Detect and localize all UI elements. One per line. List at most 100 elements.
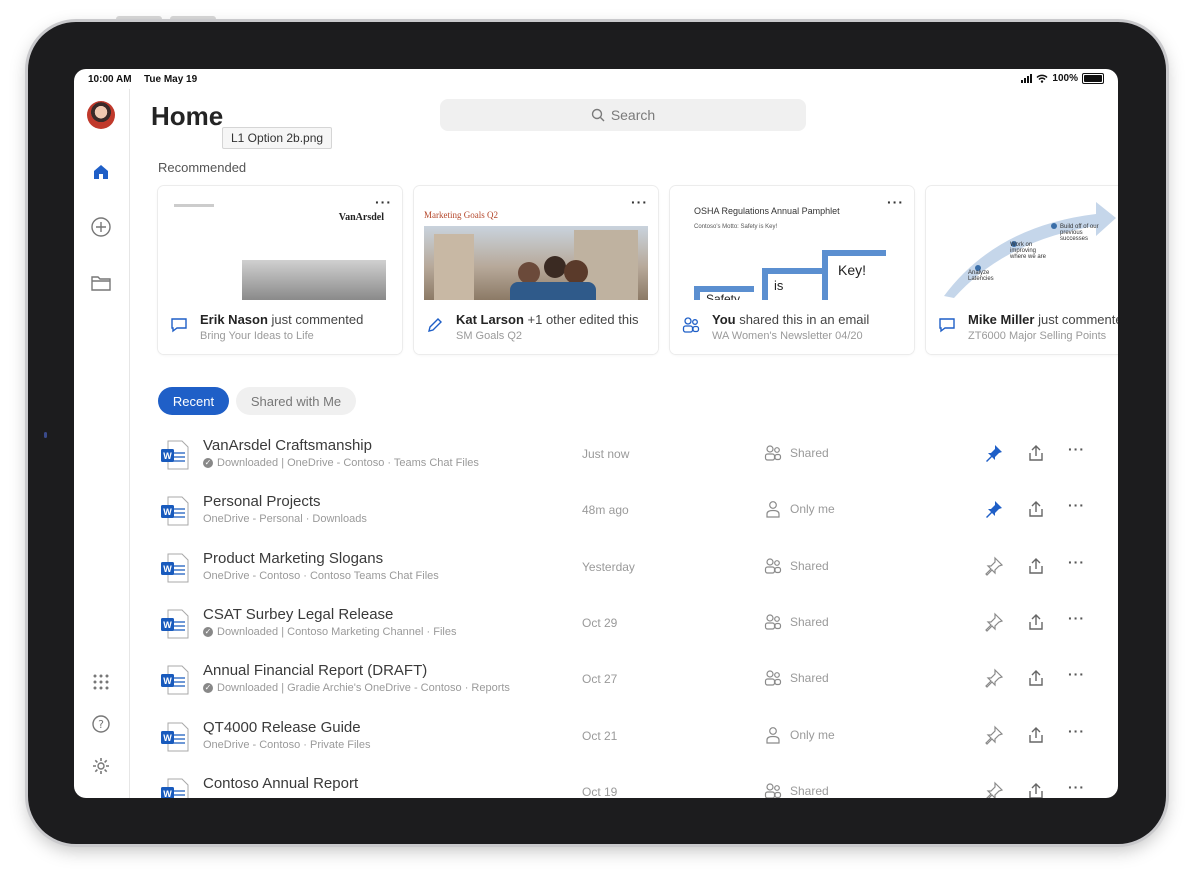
file-sharing-text: Shared [790,783,829,798]
ipad-side-button [44,432,47,438]
file-location-text: OneDrive - Contoso · Private Files [203,738,371,751]
file-more-button[interactable]: ··· [1068,666,1085,682]
file-sharing-text: Shared [790,446,829,460]
file-name: QT4000 Release Guide [203,718,361,736]
recommended-heading: Recommended [158,160,247,175]
thumb-title: OSHA Regulations Annual Pamphlet [694,206,840,216]
tab-recent[interactable]: Recent [158,387,229,415]
thumb-label-b: Work on improving where we are [1010,242,1047,260]
file-location-text: Downloaded | Contoso Marketing Channel ·… [217,625,457,638]
word-file-icon: W [160,721,190,753]
status-date: Tue May 19 [144,74,198,85]
card-activity: Erik Nason just commented [200,312,364,327]
card-thumbnail: VanArsdel [158,186,402,300]
word-file-icon: W [160,439,190,471]
file-more-button[interactable]: ··· [1068,723,1085,739]
filename-tooltip: L1 Option 2b.png [222,127,333,149]
apps-grid-icon[interactable] [86,667,116,697]
people-icon [764,557,782,574]
pin-icon[interactable] [984,612,1004,632]
share-upload-icon[interactable] [1026,499,1046,519]
share-upload-icon[interactable] [1026,781,1046,798]
status-time: 10:00 AM [88,74,132,85]
pin-icon[interactable] [984,499,1004,519]
search-input[interactable]: Search [440,99,806,131]
file-location: OneDrive - Contoso · Contoso Teams Chat … [203,570,439,582]
settings-gear-icon[interactable] [86,751,116,781]
card-file: Bring Your Ideas to Life [200,330,314,342]
pin-icon[interactable] [984,725,1004,745]
card-activity: Mike Miller just commented [968,312,1118,327]
file-sharing: Shared [764,557,829,575]
downloaded-check-icon: ✓ [203,626,213,637]
card-more-button[interactable]: ··· [631,194,648,210]
file-name: Product Marketing Slogans [203,549,384,567]
card-file: WA Women's Newsletter 04/20 [712,330,863,342]
share-upload-icon[interactable] [1026,556,1046,576]
share-upload-icon[interactable] [1026,443,1046,463]
help-icon[interactable]: ? [86,709,116,739]
tab-shared-with-me[interactable]: Shared with Me [236,387,356,415]
file-row[interactable]: W Contoso Annual Report Oct 19 Shared ··· [158,769,1098,798]
card-more-button[interactable]: ··· [887,194,904,210]
file-sharing: Shared [764,669,829,687]
file-modified: Oct 29 [582,615,618,630]
comment-icon [171,318,187,333]
file-more-button[interactable]: ··· [1068,610,1085,626]
people-icon [764,783,782,798]
recommended-card[interactable]: Analyze Latencies Work on improving wher… [926,186,1118,354]
pin-icon[interactable] [984,781,1004,798]
file-more-button[interactable]: ··· [1068,441,1085,457]
svg-text:W: W [163,733,172,743]
card-thumbnail: Analyze Latencies Work on improving wher… [926,186,1118,300]
people-icon [764,614,782,630]
create-icon[interactable] [86,212,116,242]
file-location-text: Downloaded | Gradie Archie's OneDrive - … [217,682,510,695]
file-more-button[interactable]: ··· [1068,497,1085,513]
share-upload-icon[interactable] [1026,668,1046,688]
search-placeholder: Search [610,107,656,123]
file-row[interactable]: W Product Marketing Slogans OneDrive - Con… [158,544,1098,600]
comment-icon [939,318,955,333]
home-icon[interactable] [86,157,116,187]
file-location: ✓ Downloaded | Contoso Marketing Channel … [203,626,456,638]
recommended-card[interactable]: OSHA Regulations Annual Pamphlet Contoso… [670,186,914,354]
recommended-card[interactable]: Marketing Goals Q2 ··· Kat Larson +1 oth… [414,186,658,354]
avatar[interactable] [87,101,115,129]
file-sharing-text: Shared [790,671,829,686]
word-file-icon: W [160,777,190,798]
nav-rail: ? [74,89,130,798]
svg-text:W: W [163,507,172,517]
file-row[interactable]: W CSAT Surbey Legal Release ✓ Downloaded | … [158,600,1098,656]
file-modified: Just now [582,447,630,461]
card-thumbnail: OSHA Regulations Annual Pamphlet Contoso… [670,186,914,300]
file-modified: Oct 19 [582,784,618,798]
word-file-icon: W [160,552,190,584]
pin-icon[interactable] [984,556,1004,576]
person-icon [766,501,780,518]
card-file: ZT6000 Major Selling Points [968,330,1107,342]
file-row[interactable]: W VanArsdel Craftsmanship ✓ Downloaded | On… [158,431,1098,487]
share-upload-icon[interactable] [1026,612,1046,632]
file-sharing-text: Only me [790,502,835,517]
signal-icon [1021,74,1033,83]
file-more-button[interactable]: ··· [1068,554,1085,570]
file-more-button[interactable]: ··· [1068,779,1085,795]
file-row[interactable]: W Personal Projects OneDrive - Personal · … [158,487,1098,543]
svg-text:W: W [163,620,172,630]
downloaded-check-icon: ✓ [203,458,213,468]
card-more-button[interactable]: ··· [375,194,392,210]
thumb-brand: VanArsdel [338,212,384,223]
thumb-step-3: Key! [838,262,867,278]
file-modified: 48m ago [582,503,629,518]
file-row[interactable]: W QT4000 Release Guide OneDrive - Contoso … [158,713,1098,769]
file-sharing-text: Shared [790,614,829,629]
pin-icon[interactable] [984,443,1004,463]
folder-icon[interactable] [86,268,116,298]
svg-text:?: ? [98,718,104,731]
recommended-card[interactable]: VanArsdel ··· Erik Nason just commented … [158,186,402,354]
file-row[interactable]: W Annual Financial Report (DRAFT) ✓ Downloa… [158,656,1098,712]
downloaded-check-icon: ✓ [203,683,213,694]
share-upload-icon[interactable] [1026,725,1046,745]
pin-icon[interactable] [984,668,1004,689]
